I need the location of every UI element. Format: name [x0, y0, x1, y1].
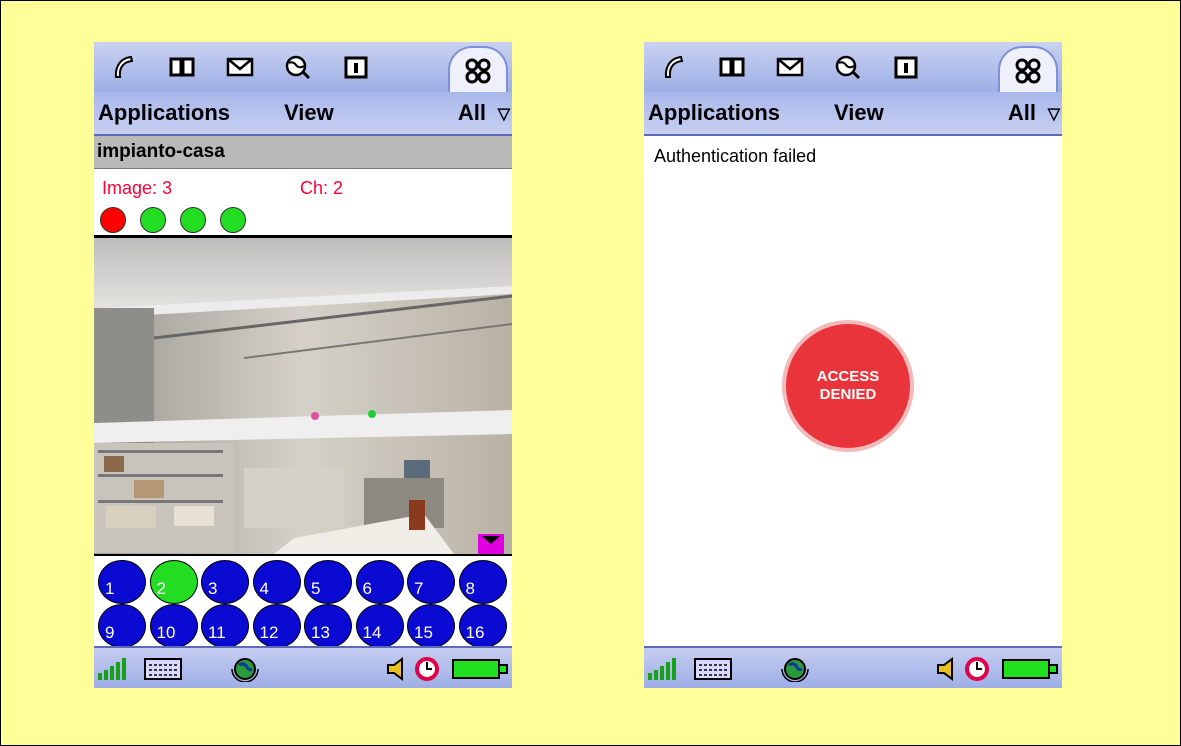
access-denied-stamp: ACCESS DENIED [786, 324, 910, 448]
menu-view[interactable]: View [284, 100, 334, 126]
site-title-bar: impianto-casa [94, 136, 512, 169]
channel-button-15[interactable]: 15 [407, 604, 455, 648]
channel-button-8[interactable]: 8 [458, 560, 507, 604]
menu-applications[interactable]: Applications [98, 100, 230, 126]
channel-button-16[interactable]: 16 [458, 604, 507, 648]
battery-icon [1002, 659, 1058, 679]
channel-button-14[interactable]: 14 [355, 604, 404, 648]
status-led [220, 207, 246, 233]
channel-indicator: Ch: 2 [300, 178, 344, 198]
channel-button-5[interactable]: 5 [304, 560, 352, 604]
contacts-book-icon[interactable] [716, 52, 748, 82]
channel-button-10[interactable]: 10 [149, 604, 198, 648]
channel-button-1[interactable]: 1 [98, 560, 146, 604]
globe-connection-icon[interactable] [230, 656, 260, 682]
messaging-envelope-icon[interactable] [774, 52, 806, 82]
channel-button-7[interactable]: 7 [407, 560, 455, 604]
menu-view[interactable]: View [834, 100, 884, 126]
channel-button-2[interactable]: 2 [149, 560, 198, 604]
channel-number: 14 [362, 623, 382, 642]
camera-feed-image[interactable] [94, 238, 512, 554]
speaker-icon[interactable] [386, 657, 406, 681]
stamp-line-1: ACCESS [816, 368, 880, 385]
channel-button-3[interactable]: 3 [201, 560, 249, 604]
channel-number: 3 [208, 579, 218, 598]
status-led [100, 207, 126, 233]
signal-strength-icon [98, 658, 126, 680]
site-title: impianto-casa [97, 141, 225, 162]
phone-icon[interactable] [108, 52, 140, 82]
channel-button-6[interactable]: 6 [355, 560, 404, 604]
chevron-down-icon[interactable]: ▽ [1048, 104, 1060, 124]
channel-number: 6 [362, 579, 372, 598]
status-led [180, 207, 206, 233]
phone-icon[interactable] [658, 52, 690, 82]
channel-button-13[interactable]: 13 [304, 604, 352, 648]
battery-icon [452, 659, 508, 679]
channel-number: 1 [105, 579, 115, 598]
channel-number: 13 [311, 623, 330, 642]
calendar-icon[interactable] [340, 52, 372, 82]
channel-button-11[interactable]: 11 [201, 604, 249, 648]
channel-number: 8 [465, 579, 475, 598]
menu-bar: Applications View All ▽ [644, 92, 1062, 136]
channel-number: 5 [311, 579, 321, 598]
clock-icon[interactable] [964, 656, 990, 682]
applications-grid-icon[interactable] [998, 46, 1058, 94]
menu-bar: Applications View All ▽ [94, 92, 512, 136]
status-led [140, 207, 166, 233]
keyboard-icon[interactable] [694, 658, 732, 680]
app-launcher-bar [94, 42, 512, 94]
app-launcher-bar [644, 42, 1062, 94]
applications-grid-icon[interactable] [448, 46, 508, 94]
globe-connection-icon[interactable] [780, 656, 810, 682]
signal-strength-icon [648, 658, 676, 680]
filter-all-dropdown[interactable]: All [1008, 100, 1036, 126]
filter-all-dropdown[interactable]: All [458, 100, 486, 126]
image-counter: Image: 3 [102, 178, 173, 198]
channel-number: 11 [208, 623, 226, 642]
status-bar [94, 646, 512, 688]
chevron-down-icon[interactable]: ▽ [498, 104, 510, 124]
status-bar [644, 646, 1062, 688]
speaker-icon[interactable] [936, 657, 956, 681]
channel-button-9[interactable]: 9 [98, 604, 146, 648]
error-message: Authentication failed [654, 146, 817, 166]
web-browser-icon[interactable] [832, 52, 864, 82]
channel-number: 10 [156, 623, 176, 642]
channel-button-12[interactable]: 12 [252, 604, 301, 648]
channel-number: 7 [414, 579, 424, 598]
content-area: Authentication failed ACCESS DENIED [644, 136, 1062, 648]
channel-number: 4 [259, 579, 269, 598]
channel-number: 9 [105, 623, 115, 642]
camera-status-panel: Image: 3 Ch: 2 [94, 169, 512, 238]
channel-button-4[interactable]: 4 [252, 560, 301, 604]
channel-number: 2 [156, 579, 166, 598]
stamp-line-2: DENIED [819, 386, 877, 403]
menu-applications[interactable]: Applications [648, 100, 780, 126]
channel-selector-grid: 1 2 3 4 5 6 7 8 9 10 11 12 13 14 15 16 [94, 554, 512, 650]
channel-number: 15 [414, 623, 433, 642]
clock-icon[interactable] [414, 656, 440, 682]
contacts-book-icon[interactable] [166, 52, 198, 82]
web-browser-icon[interactable] [282, 52, 314, 82]
keyboard-icon[interactable] [144, 658, 182, 680]
phone-screen-camera-view: Applications View All ▽ impianto-casa Im… [94, 42, 512, 688]
calendar-icon[interactable] [890, 52, 922, 82]
messaging-envelope-icon[interactable] [224, 52, 256, 82]
phone-screen-access-denied: Applications View All ▽ Authentication f… [644, 42, 1062, 688]
channel-number: 12 [259, 623, 279, 642]
channel-number: 16 [465, 623, 485, 642]
